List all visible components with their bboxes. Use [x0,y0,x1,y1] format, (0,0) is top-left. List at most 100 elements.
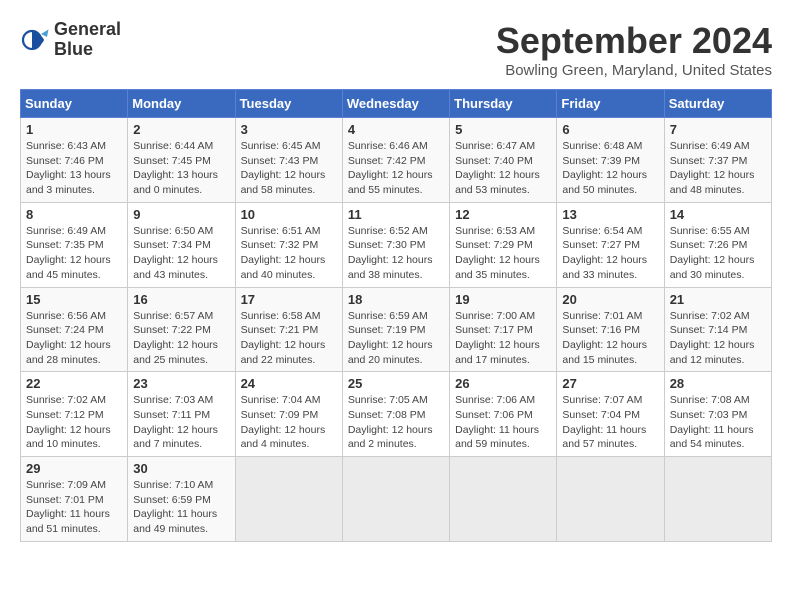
calendar-cell: 28 Sunrise: 7:08 AM Sunset: 7:03 PM Dayl… [664,372,771,457]
day-number: 15 [26,292,122,307]
header-sunday: Sunday [21,90,128,118]
calendar-cell: 20 Sunrise: 7:01 AM Sunset: 7:16 PM Dayl… [557,287,664,372]
calendar-cell: 22 Sunrise: 7:02 AM Sunset: 7:12 PM Dayl… [21,372,128,457]
day-number: 10 [241,207,337,222]
day-info: Sunrise: 6:53 AM Sunset: 7:29 PM Dayligh… [455,224,551,283]
day-info: Sunrise: 6:48 AM Sunset: 7:39 PM Dayligh… [562,139,658,198]
calendar-body: 1 Sunrise: 6:43 AM Sunset: 7:46 PM Dayli… [21,118,772,542]
day-info: Sunrise: 7:09 AM Sunset: 7:01 PM Dayligh… [26,478,122,537]
day-number: 17 [241,292,337,307]
calendar-cell: 21 Sunrise: 7:02 AM Sunset: 7:14 PM Dayl… [664,287,771,372]
calendar-cell [342,457,449,542]
week-row-2: 15 Sunrise: 6:56 AM Sunset: 7:24 PM Dayl… [21,287,772,372]
day-info: Sunrise: 6:58 AM Sunset: 7:21 PM Dayligh… [241,309,337,368]
day-number: 12 [455,207,551,222]
day-info: Sunrise: 7:07 AM Sunset: 7:04 PM Dayligh… [562,393,658,452]
calendar-cell: 1 Sunrise: 6:43 AM Sunset: 7:46 PM Dayli… [21,118,128,203]
day-number: 23 [133,376,229,391]
day-info: Sunrise: 6:47 AM Sunset: 7:40 PM Dayligh… [455,139,551,198]
day-number: 27 [562,376,658,391]
calendar-cell: 8 Sunrise: 6:49 AM Sunset: 7:35 PM Dayli… [21,202,128,287]
day-number: 9 [133,207,229,222]
calendar-cell: 7 Sunrise: 6:49 AM Sunset: 7:37 PM Dayli… [664,118,771,203]
calendar-cell: 25 Sunrise: 7:05 AM Sunset: 7:08 PM Dayl… [342,372,449,457]
day-info: Sunrise: 7:02 AM Sunset: 7:12 PM Dayligh… [26,393,122,452]
day-number: 22 [26,376,122,391]
day-info: Sunrise: 6:45 AM Sunset: 7:43 PM Dayligh… [241,139,337,198]
calendar-table: SundayMondayTuesdayWednesdayThursdayFrid… [20,89,772,542]
day-number: 6 [562,122,658,137]
calendar-subtitle: Bowling Green, Maryland, United States [496,62,772,79]
logo: General Blue [20,20,121,60]
calendar-cell: 15 Sunrise: 6:56 AM Sunset: 7:24 PM Dayl… [21,287,128,372]
calendar-cell: 13 Sunrise: 6:54 AM Sunset: 7:27 PM Dayl… [557,202,664,287]
header-monday: Monday [128,90,235,118]
calendar-cell: 17 Sunrise: 6:58 AM Sunset: 7:21 PM Dayl… [235,287,342,372]
calendar-title: September 2024 [496,20,772,62]
day-info: Sunrise: 6:59 AM Sunset: 7:19 PM Dayligh… [348,309,444,368]
day-number: 4 [348,122,444,137]
week-row-3: 22 Sunrise: 7:02 AM Sunset: 7:12 PM Dayl… [21,372,772,457]
day-number: 7 [670,122,766,137]
day-number: 2 [133,122,229,137]
calendar-cell: 5 Sunrise: 6:47 AM Sunset: 7:40 PM Dayli… [450,118,557,203]
calendar-cell [557,457,664,542]
calendar-cell: 2 Sunrise: 6:44 AM Sunset: 7:45 PM Dayli… [128,118,235,203]
calendar-cell: 14 Sunrise: 6:55 AM Sunset: 7:26 PM Dayl… [664,202,771,287]
calendar-cell [235,457,342,542]
day-info: Sunrise: 7:01 AM Sunset: 7:16 PM Dayligh… [562,309,658,368]
day-info: Sunrise: 7:06 AM Sunset: 7:06 PM Dayligh… [455,393,551,452]
calendar-cell: 12 Sunrise: 6:53 AM Sunset: 7:29 PM Dayl… [450,202,557,287]
day-number: 25 [348,376,444,391]
calendar-cell [664,457,771,542]
day-info: Sunrise: 7:00 AM Sunset: 7:17 PM Dayligh… [455,309,551,368]
day-info: Sunrise: 6:44 AM Sunset: 7:45 PM Dayligh… [133,139,229,198]
calendar-cell: 9 Sunrise: 6:50 AM Sunset: 7:34 PM Dayli… [128,202,235,287]
day-number: 8 [26,207,122,222]
calendar-cell: 29 Sunrise: 7:09 AM Sunset: 7:01 PM Dayl… [21,457,128,542]
logo-icon [20,25,50,55]
day-info: Sunrise: 6:57 AM Sunset: 7:22 PM Dayligh… [133,309,229,368]
day-number: 21 [670,292,766,307]
page-header: General Blue September 2024 Bowling Gree… [20,20,772,79]
calendar-cell: 18 Sunrise: 6:59 AM Sunset: 7:19 PM Dayl… [342,287,449,372]
day-number: 13 [562,207,658,222]
day-info: Sunrise: 7:03 AM Sunset: 7:11 PM Dayligh… [133,393,229,452]
header-row: SundayMondayTuesdayWednesdayThursdayFrid… [21,90,772,118]
calendar-cell: 3 Sunrise: 6:45 AM Sunset: 7:43 PM Dayli… [235,118,342,203]
day-number: 19 [455,292,551,307]
header-tuesday: Tuesday [235,90,342,118]
day-info: Sunrise: 7:10 AM Sunset: 6:59 PM Dayligh… [133,478,229,537]
day-info: Sunrise: 6:54 AM Sunset: 7:27 PM Dayligh… [562,224,658,283]
header-wednesday: Wednesday [342,90,449,118]
day-number: 29 [26,461,122,476]
day-number: 14 [670,207,766,222]
day-info: Sunrise: 6:52 AM Sunset: 7:30 PM Dayligh… [348,224,444,283]
calendar-cell: 30 Sunrise: 7:10 AM Sunset: 6:59 PM Dayl… [128,457,235,542]
header-saturday: Saturday [664,90,771,118]
day-number: 18 [348,292,444,307]
day-info: Sunrise: 6:49 AM Sunset: 7:35 PM Dayligh… [26,224,122,283]
day-number: 16 [133,292,229,307]
day-info: Sunrise: 7:08 AM Sunset: 7:03 PM Dayligh… [670,393,766,452]
calendar-cell: 16 Sunrise: 6:57 AM Sunset: 7:22 PM Dayl… [128,287,235,372]
day-info: Sunrise: 6:55 AM Sunset: 7:26 PM Dayligh… [670,224,766,283]
week-row-4: 29 Sunrise: 7:09 AM Sunset: 7:01 PM Dayl… [21,457,772,542]
day-number: 1 [26,122,122,137]
calendar-cell: 23 Sunrise: 7:03 AM Sunset: 7:11 PM Dayl… [128,372,235,457]
day-number: 30 [133,461,229,476]
day-info: Sunrise: 7:02 AM Sunset: 7:14 PM Dayligh… [670,309,766,368]
day-number: 24 [241,376,337,391]
day-info: Sunrise: 6:50 AM Sunset: 7:34 PM Dayligh… [133,224,229,283]
week-row-1: 8 Sunrise: 6:49 AM Sunset: 7:35 PM Dayli… [21,202,772,287]
day-info: Sunrise: 7:04 AM Sunset: 7:09 PM Dayligh… [241,393,337,452]
calendar-cell: 19 Sunrise: 7:00 AM Sunset: 7:17 PM Dayl… [450,287,557,372]
day-info: Sunrise: 6:51 AM Sunset: 7:32 PM Dayligh… [241,224,337,283]
day-number: 11 [348,207,444,222]
day-info: Sunrise: 6:49 AM Sunset: 7:37 PM Dayligh… [670,139,766,198]
calendar-cell: 10 Sunrise: 6:51 AM Sunset: 7:32 PM Dayl… [235,202,342,287]
day-number: 5 [455,122,551,137]
day-info: Sunrise: 6:46 AM Sunset: 7:42 PM Dayligh… [348,139,444,198]
calendar-cell: 27 Sunrise: 7:07 AM Sunset: 7:04 PM Dayl… [557,372,664,457]
calendar-cell: 24 Sunrise: 7:04 AM Sunset: 7:09 PM Dayl… [235,372,342,457]
